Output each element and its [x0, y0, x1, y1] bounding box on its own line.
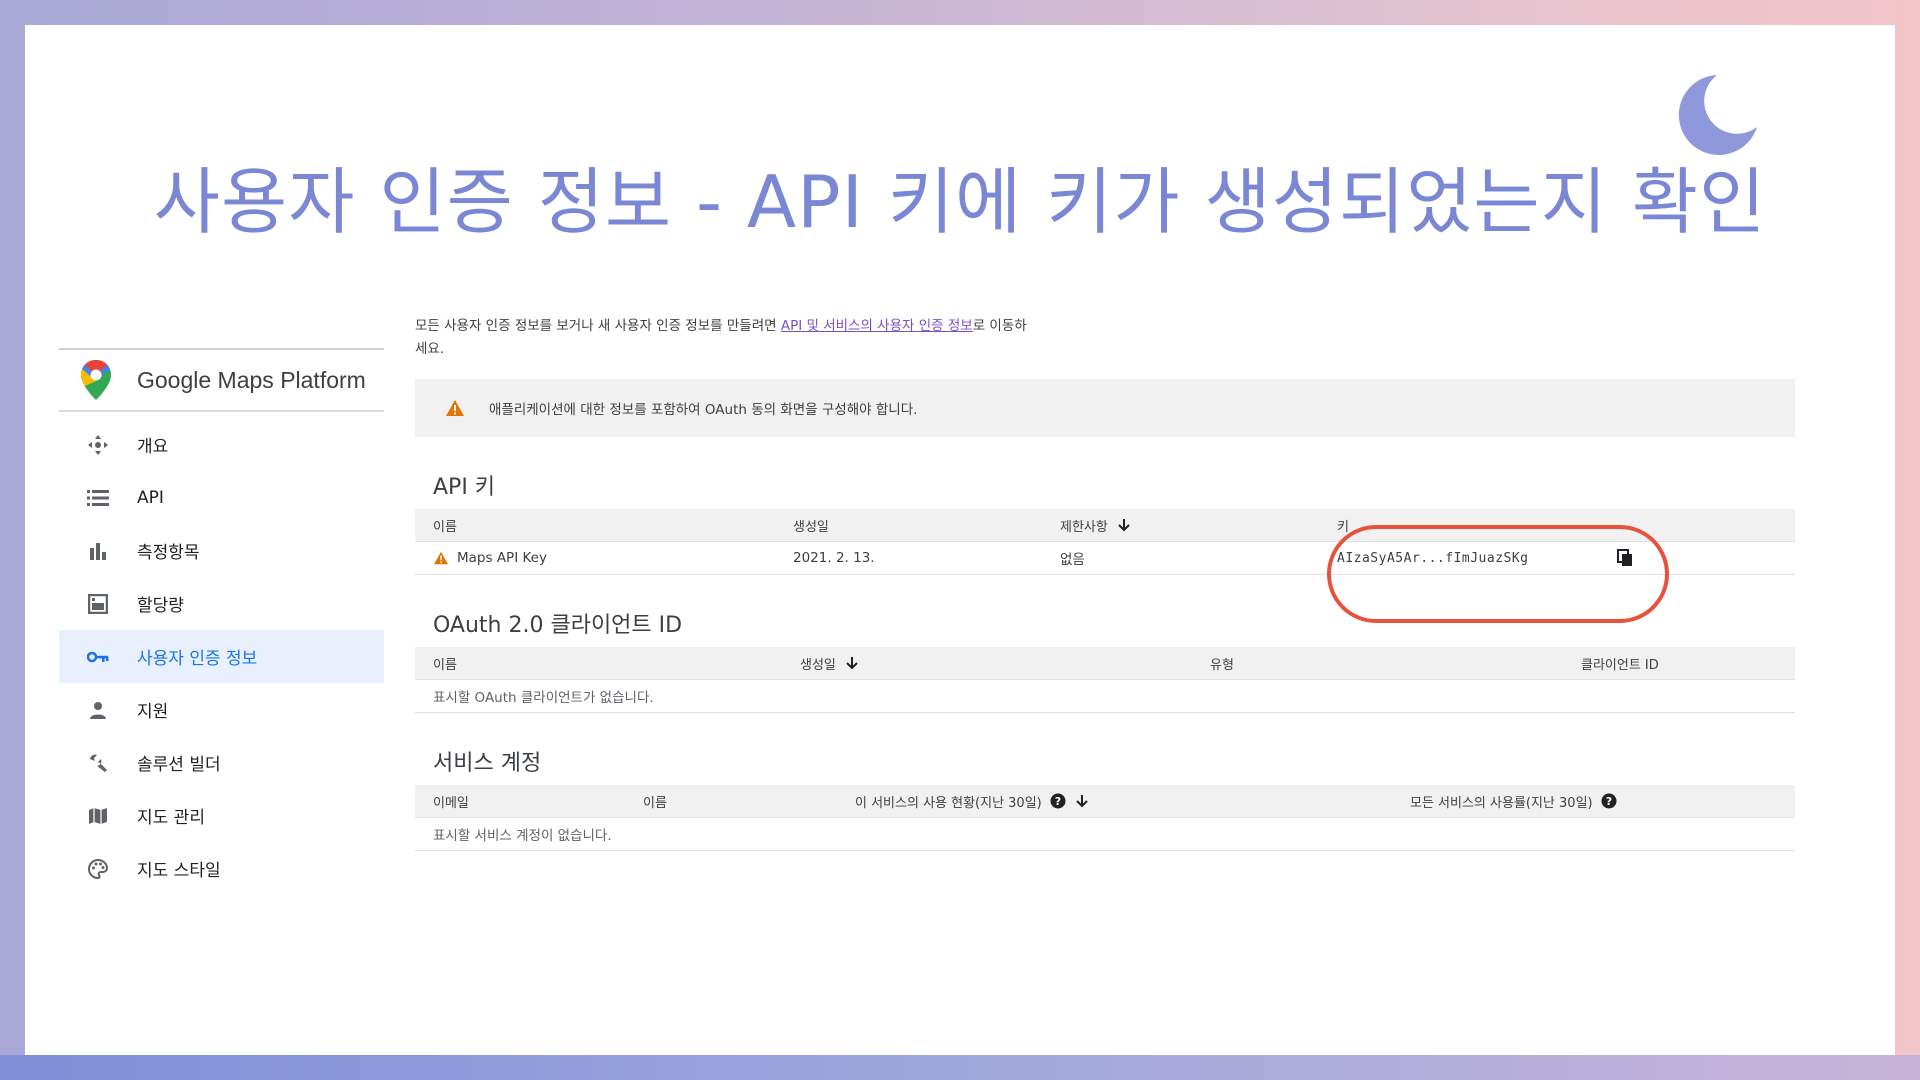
- quota-icon: [85, 592, 111, 616]
- sidebar-item-label: 개요: [137, 437, 169, 457]
- help-icon[interactable]: ?: [1601, 793, 1617, 809]
- oauth-empty-message: 표시할 OAuth 클라이언트가 없습니다.: [433, 690, 654, 706]
- bar-chart-icon: [85, 539, 111, 563]
- google-maps-logo-icon: [81, 360, 111, 400]
- arrow-down-icon: [846, 657, 858, 670]
- palette-icon: [85, 857, 111, 881]
- sidebar-item-credentials[interactable]: 사용자 인증 정보: [59, 630, 384, 683]
- col-usage-label: 이 서비스의 사용 현황(지난 30일): [855, 795, 1042, 811]
- sidebar-item-label: 솔루션 빌더: [137, 755, 221, 775]
- col-email: 이메일: [433, 795, 469, 811]
- sidebar-item-label: 할당량: [137, 596, 184, 616]
- alert-text: 애플리케이션에 대한 정보를 포함하여 OAuth 동의 화면을 구성해야 합니…: [489, 402, 918, 418]
- col-created-sort[interactable]: 생성일: [800, 647, 858, 679]
- table-row: 표시할 OAuth 클라이언트가 없습니다.: [415, 680, 1795, 713]
- service-accounts-empty-message: 표시할 서비스 계정이 없습니다.: [433, 828, 612, 844]
- wrench-icon: [85, 751, 111, 775]
- sidebar-item-label: 지원: [137, 702, 169, 722]
- col-usage-all-label: 모든 서비스의 사용률(지난 30일): [1410, 795, 1593, 811]
- sidebar-item-quota[interactable]: 할당량: [59, 577, 384, 630]
- key-name: Maps API Key: [457, 550, 547, 566]
- col-created: 생성일: [800, 657, 836, 673]
- map-icon: [85, 804, 111, 828]
- key-name-cell[interactable]: Maps API Key: [433, 542, 547, 574]
- key-highlight-circle: [1327, 525, 1669, 623]
- oauth-header: 이름 생성일 유형 클라이언트 ID: [415, 647, 1795, 680]
- slide-title: 사용자 인증 정보 - API 키에 키가 생성되었는지 확인: [153, 160, 1767, 244]
- sidebar-item-map-styles[interactable]: 지도 스타일: [59, 842, 384, 895]
- intro-text-start: 모든 사용자 인증 정보를 보거나 새 사용자 인증 정보를 만들려면: [415, 318, 781, 334]
- key-created: 2021. 2. 13.: [793, 550, 875, 566]
- col-restrictions-sort[interactable]: 제한사항: [1060, 509, 1130, 541]
- sidebar-item-label: 지도 관리: [137, 808, 205, 828]
- sidebar-item-metrics[interactable]: 측정항목: [59, 524, 384, 577]
- sidebar-item-label: 측정항목: [137, 543, 200, 563]
- col-created: 생성일: [793, 519, 829, 535]
- sidebar-item-label: 지도 스타일: [137, 861, 221, 881]
- arrow-down-icon: [1118, 519, 1130, 532]
- svg-text:?: ?: [1055, 795, 1061, 808]
- sidebar-divider: [59, 410, 384, 412]
- help-icon[interactable]: ?: [1050, 793, 1066, 809]
- col-name: 이름: [433, 657, 457, 673]
- sidebar-item-overview[interactable]: 개요: [59, 418, 384, 471]
- brand-header[interactable]: Google Maps Platform: [59, 350, 384, 410]
- col-usage-this-service[interactable]: 이 서비스의 사용 현황(지난 30일) ?: [855, 785, 1088, 817]
- list-icon: [85, 486, 111, 510]
- sidebar-item-support[interactable]: 지원: [59, 683, 384, 736]
- service-accounts-title: 서비스 계정: [433, 751, 542, 776]
- slide: 사용자 인증 정보 - API 키에 키가 생성되었는지 확인 Google M…: [25, 25, 1895, 1055]
- col-usage-all-services: 모든 서비스의 사용률(지난 30일) ?: [1410, 785, 1617, 817]
- col-restrictions: 제한사항: [1060, 519, 1108, 535]
- col-client-id: 클라이언트 ID: [1581, 657, 1659, 673]
- sidebar-item-map-management[interactable]: 지도 관리: [59, 789, 384, 842]
- col-name: 이름: [433, 519, 457, 535]
- moon-icon: [1678, 75, 1757, 155]
- credentials-link[interactable]: API 및 서비스의 사용자 인증 정보: [781, 318, 973, 334]
- col-name: 이름: [643, 795, 667, 811]
- sidebar-item-api[interactable]: API: [59, 471, 384, 524]
- overview-icon: [85, 433, 111, 457]
- key-icon: [85, 645, 111, 669]
- brand-name: Google Maps Platform: [137, 366, 366, 393]
- sidebar-item-label: API: [137, 487, 164, 508]
- arrow-down-icon: [1076, 795, 1088, 808]
- service-accounts-header: 이메일 이름 이 서비스의 사용 현황(지난 30일) ? 모든 서비스의 사용…: [415, 785, 1795, 818]
- warning-icon: [434, 551, 448, 565]
- sidebar-item-solution-builder[interactable]: 솔루션 빌더: [59, 736, 384, 789]
- sidebar: Google Maps Platform 개요 API 측정항목 할당량 사용자…: [59, 348, 384, 895]
- intro-text: 모든 사용자 인증 정보를 보거나 새 사용자 인증 정보를 만들려면 API …: [415, 315, 1035, 361]
- oauth-consent-alert: 애플리케이션에 대한 정보를 포함하여 OAuth 동의 화면을 구성해야 합니…: [415, 379, 1795, 437]
- api-keys-title: API 키: [433, 475, 496, 500]
- person-icon: [85, 698, 111, 722]
- bottom-band: [0, 1055, 1920, 1080]
- warning-icon: [446, 400, 464, 416]
- svg-text:?: ?: [1605, 795, 1611, 808]
- table-row: 표시할 서비스 계정이 없습니다.: [415, 818, 1795, 851]
- sidebar-item-label: 사용자 인증 정보: [137, 649, 258, 669]
- key-restrictions: 없음: [1060, 552, 1085, 568]
- col-type: 유형: [1210, 657, 1234, 673]
